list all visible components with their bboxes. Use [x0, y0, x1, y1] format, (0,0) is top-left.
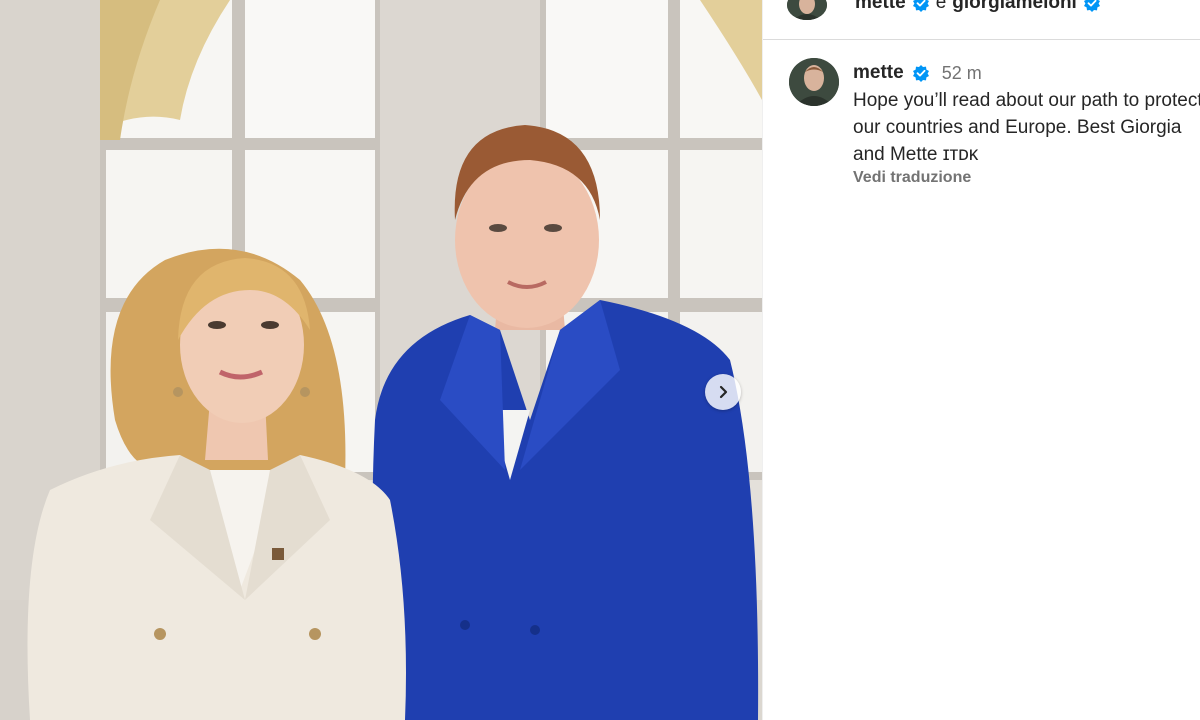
- comment-body: mette 52 m Hope you’ll read about our pa…: [853, 60, 1200, 187]
- avatar-image: [789, 58, 839, 106]
- avatar-image: [787, 0, 827, 20]
- avatar[interactable]: [787, 0, 827, 20]
- post-side-panel: mette e giorgiameloni mette 52 m Hope yo…: [762, 0, 1200, 720]
- author-link-2[interactable]: giorgiameloni: [952, 0, 1077, 14]
- comment-timestamp[interactable]: 52 m: [942, 63, 982, 84]
- comment-text: Hope you’ll read about our path to prote…: [853, 90, 1200, 165]
- verified-badge-icon: [912, 0, 929, 12]
- next-image-button[interactable]: [705, 374, 741, 410]
- authors-conjunction: e: [935, 0, 947, 13]
- post-header: mette e giorgiameloni: [763, 0, 1200, 40]
- avatar[interactable]: [789, 58, 839, 106]
- verified-badge-icon: [912, 65, 929, 82]
- post-image[interactable]: [0, 0, 762, 720]
- comment-username[interactable]: mette: [853, 62, 904, 84]
- verified-badge-icon: [1083, 0, 1100, 12]
- author-link-1[interactable]: mette: [855, 0, 906, 14]
- chevron-right-icon: [719, 385, 728, 399]
- see-translation-link[interactable]: Vedi traduzione: [853, 169, 1200, 187]
- comment-header: mette 52 m: [853, 60, 1200, 86]
- post-photo: [0, 0, 762, 720]
- post-authors: mette e giorgiameloni: [855, 0, 1101, 14]
